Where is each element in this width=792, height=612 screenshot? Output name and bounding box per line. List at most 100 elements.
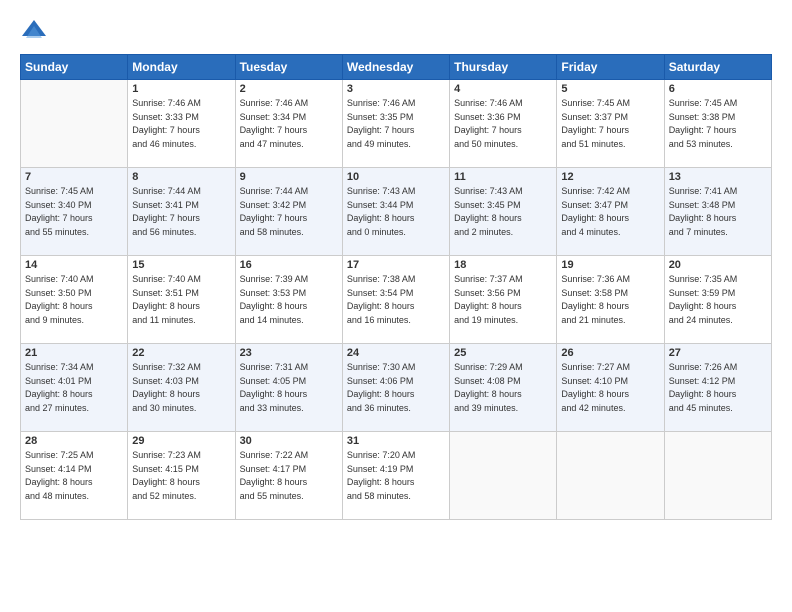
- day-info: Sunrise: 7:27 AMSunset: 4:10 PMDaylight:…: [561, 361, 659, 415]
- day-number: 22: [132, 347, 230, 359]
- day-number: 28: [25, 435, 123, 447]
- day-info: Sunrise: 7:46 AMSunset: 3:35 PMDaylight:…: [347, 97, 445, 151]
- calendar-cell: 1 Sunrise: 7:46 AMSunset: 3:33 PMDaylight…: [128, 80, 235, 168]
- calendar-cell: 16 Sunrise: 7:39 AMSunset: 3:53 PMDayligh…: [235, 256, 342, 344]
- day-info: Sunrise: 7:22 AMSunset: 4:17 PMDaylight:…: [240, 449, 338, 503]
- calendar-week-5: 28 Sunrise: 7:25 AMSunset: 4:14 PMDayligh…: [21, 432, 772, 520]
- day-info: Sunrise: 7:45 AMSunset: 3:37 PMDaylight:…: [561, 97, 659, 151]
- day-number: 9: [240, 171, 338, 183]
- calendar-cell: [664, 432, 771, 520]
- calendar-cell: 19Sunrise: 7:36 AMSunset: 3:58 PMDayligh…: [557, 256, 664, 344]
- logo: [20, 16, 52, 44]
- day-number: 16: [240, 259, 338, 271]
- day-info: Sunrise: 7:36 AMSunset: 3:58 PMDaylight:…: [561, 273, 659, 327]
- day-number: 4: [454, 83, 552, 95]
- calendar-cell: 20 Sunrise: 7:35 AMSunset: 3:59 PMDayligh…: [664, 256, 771, 344]
- calendar-cell: 25 Sunrise: 7:29 AMSunset: 4:08 PMDayligh…: [450, 344, 557, 432]
- day-header-monday: Monday: [128, 55, 235, 80]
- day-info: Sunrise: 7:32 AMSunset: 4:03 PMDaylight:…: [132, 361, 230, 415]
- day-info: Sunrise: 7:45 AMSunset: 3:38 PMDaylight:…: [669, 97, 767, 151]
- day-number: 27: [669, 347, 767, 359]
- day-number: 12: [561, 171, 659, 183]
- day-info: Sunrise: 7:29 AMSunset: 4:08 PMDaylight:…: [454, 361, 552, 415]
- calendar-cell: 5 Sunrise: 7:45 AMSunset: 3:37 PMDaylight…: [557, 80, 664, 168]
- day-number: 23: [240, 347, 338, 359]
- calendar-cell: [450, 432, 557, 520]
- day-info: Sunrise: 7:41 AMSunset: 3:48 PMDaylight:…: [669, 185, 767, 239]
- day-info: Sunrise: 7:38 AMSunset: 3:54 PMDaylight:…: [347, 273, 445, 327]
- calendar-cell: 29 Sunrise: 7:23 AMSunset: 4:15 PMDayligh…: [128, 432, 235, 520]
- calendar-header-row: SundayMondayTuesdayWednesdayThursdayFrid…: [21, 55, 772, 80]
- calendar-cell: 18 Sunrise: 7:37 AMSunset: 3:56 PMDayligh…: [450, 256, 557, 344]
- day-number: 25: [454, 347, 552, 359]
- day-number: 29: [132, 435, 230, 447]
- day-info: Sunrise: 7:35 AMSunset: 3:59 PMDaylight:…: [669, 273, 767, 327]
- day-info: Sunrise: 7:40 AMSunset: 3:50 PMDaylight:…: [25, 273, 123, 327]
- day-info: Sunrise: 7:31 AMSunset: 4:05 PMDaylight:…: [240, 361, 338, 415]
- calendar-cell: 30Sunrise: 7:22 AMSunset: 4:17 PMDayligh…: [235, 432, 342, 520]
- day-header-friday: Friday: [557, 55, 664, 80]
- calendar-cell: 9 Sunrise: 7:44 AMSunset: 3:42 PMDaylight…: [235, 168, 342, 256]
- header: [20, 16, 772, 44]
- day-number: 1: [132, 83, 230, 95]
- day-info: Sunrise: 7:39 AMSunset: 3:53 PMDaylight:…: [240, 273, 338, 327]
- calendar-cell: 6 Sunrise: 7:45 AMSunset: 3:38 PMDaylight…: [664, 80, 771, 168]
- day-info: Sunrise: 7:23 AMSunset: 4:15 PMDaylight:…: [132, 449, 230, 503]
- day-header-sunday: Sunday: [21, 55, 128, 80]
- day-info: Sunrise: 7:30 AMSunset: 4:06 PMDaylight:…: [347, 361, 445, 415]
- calendar-table: SundayMondayTuesdayWednesdayThursdayFrid…: [20, 54, 772, 520]
- calendar-cell: 31Sunrise: 7:20 AMSunset: 4:19 PMDayligh…: [342, 432, 449, 520]
- day-info: Sunrise: 7:34 AMSunset: 4:01 PMDaylight:…: [25, 361, 123, 415]
- day-number: 8: [132, 171, 230, 183]
- day-number: 18: [454, 259, 552, 271]
- calendar-cell: 27Sunrise: 7:26 AMSunset: 4:12 PMDayligh…: [664, 344, 771, 432]
- day-number: 31: [347, 435, 445, 447]
- calendar-cell: 11Sunrise: 7:43 AMSunset: 3:45 PMDayligh…: [450, 168, 557, 256]
- calendar-cell: 21Sunrise: 7:34 AMSunset: 4:01 PMDayligh…: [21, 344, 128, 432]
- day-header-tuesday: Tuesday: [235, 55, 342, 80]
- day-info: Sunrise: 7:43 AMSunset: 3:44 PMDaylight:…: [347, 185, 445, 239]
- day-info: Sunrise: 7:43 AMSunset: 3:45 PMDaylight:…: [454, 185, 552, 239]
- day-number: 17: [347, 259, 445, 271]
- calendar-week-4: 21Sunrise: 7:34 AMSunset: 4:01 PMDayligh…: [21, 344, 772, 432]
- day-info: Sunrise: 7:44 AMSunset: 3:42 PMDaylight:…: [240, 185, 338, 239]
- calendar-cell: 14Sunrise: 7:40 AMSunset: 3:50 PMDayligh…: [21, 256, 128, 344]
- calendar-cell: 28 Sunrise: 7:25 AMSunset: 4:14 PMDayligh…: [21, 432, 128, 520]
- day-number: 26: [561, 347, 659, 359]
- calendar-cell: [21, 80, 128, 168]
- calendar-cell: [557, 432, 664, 520]
- calendar-cell: 12Sunrise: 7:42 AMSunset: 3:47 PMDayligh…: [557, 168, 664, 256]
- day-info: Sunrise: 7:46 AMSunset: 3:36 PMDaylight:…: [454, 97, 552, 151]
- day-number: 6: [669, 83, 767, 95]
- calendar-cell: 13 Sunrise: 7:41 AMSunset: 3:48 PMDayligh…: [664, 168, 771, 256]
- calendar-week-3: 14Sunrise: 7:40 AMSunset: 3:50 PMDayligh…: [21, 256, 772, 344]
- day-number: 2: [240, 83, 338, 95]
- calendar-cell: 8 Sunrise: 7:44 AMSunset: 3:41 PMDaylight…: [128, 168, 235, 256]
- calendar-cell: 10 Sunrise: 7:43 AMSunset: 3:44 PMDayligh…: [342, 168, 449, 256]
- day-info: Sunrise: 7:37 AMSunset: 3:56 PMDaylight:…: [454, 273, 552, 327]
- calendar-cell: 15 Sunrise: 7:40 AMSunset: 3:51 PMDayligh…: [128, 256, 235, 344]
- day-info: Sunrise: 7:45 AMSunset: 3:40 PMDaylight:…: [25, 185, 123, 239]
- calendar-cell: 7Sunrise: 7:45 AMSunset: 3:40 PMDaylight…: [21, 168, 128, 256]
- day-number: 15: [132, 259, 230, 271]
- calendar-cell: 24Sunrise: 7:30 AMSunset: 4:06 PMDayligh…: [342, 344, 449, 432]
- day-info: Sunrise: 7:40 AMSunset: 3:51 PMDaylight:…: [132, 273, 230, 327]
- logo-icon: [20, 16, 48, 44]
- page: SundayMondayTuesdayWednesdayThursdayFrid…: [0, 0, 792, 612]
- day-number: 10: [347, 171, 445, 183]
- day-number: 5: [561, 83, 659, 95]
- calendar-cell: 4 Sunrise: 7:46 AMSunset: 3:36 PMDaylight…: [450, 80, 557, 168]
- day-number: 13: [669, 171, 767, 183]
- day-number: 20: [669, 259, 767, 271]
- day-info: Sunrise: 7:46 AMSunset: 3:34 PMDaylight:…: [240, 97, 338, 151]
- day-info: Sunrise: 7:25 AMSunset: 4:14 PMDaylight:…: [25, 449, 123, 503]
- day-info: Sunrise: 7:44 AMSunset: 3:41 PMDaylight:…: [132, 185, 230, 239]
- calendar-week-1: 1 Sunrise: 7:46 AMSunset: 3:33 PMDaylight…: [21, 80, 772, 168]
- calendar-cell: 3Sunrise: 7:46 AMSunset: 3:35 PMDaylight…: [342, 80, 449, 168]
- day-header-saturday: Saturday: [664, 55, 771, 80]
- day-info: Sunrise: 7:46 AMSunset: 3:33 PMDaylight:…: [132, 97, 230, 151]
- calendar-week-2: 7Sunrise: 7:45 AMSunset: 3:40 PMDaylight…: [21, 168, 772, 256]
- calendar-cell: 2 Sunrise: 7:46 AMSunset: 3:34 PMDaylight…: [235, 80, 342, 168]
- day-header-thursday: Thursday: [450, 55, 557, 80]
- day-header-wednesday: Wednesday: [342, 55, 449, 80]
